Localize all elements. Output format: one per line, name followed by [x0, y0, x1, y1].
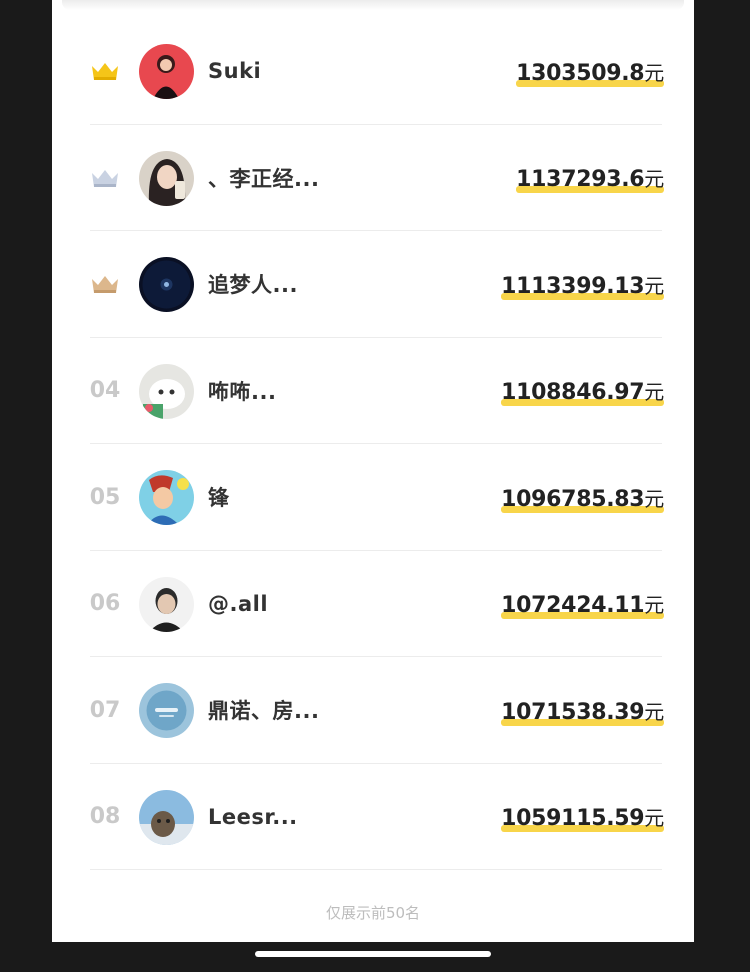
rank-number: 05: [89, 484, 121, 510]
list-item[interactable]: Suki 1303509.8元: [52, 18, 694, 125]
top-edge: [62, 0, 684, 10]
leaderboard-panel: Suki 1303509.8元 、李正经... 1137293.6元 追梦人..…: [52, 0, 694, 942]
amount-unit: 元: [644, 273, 664, 298]
amount-unit: 元: [644, 486, 664, 511]
amount-value: 1137293.6: [516, 167, 645, 192]
user-name: 鼎诺、房...: [208, 699, 320, 723]
gold-crown-icon: [92, 63, 118, 80]
amount-value: 1108846.97: [501, 380, 645, 405]
amount: 1096785.83元: [501, 444, 664, 550]
amount-value: 1303509.8: [516, 60, 645, 86]
rank-badge: [88, 231, 122, 337]
amount-value: 1072424.11: [501, 593, 645, 618]
avatar[interactable]: [139, 363, 194, 419]
amount-unit: 元: [644, 806, 664, 830]
amount-unit: 元: [644, 699, 664, 724]
avatar[interactable]: [139, 683, 194, 738]
avatar[interactable]: [139, 150, 194, 206]
amount-unit: 元: [644, 593, 664, 617]
list-item[interactable]: 、李正经... 1137293.6元: [52, 125, 694, 231]
amount: 1059115.59元: [501, 764, 664, 870]
avatar[interactable]: [139, 44, 194, 99]
list-item[interactable]: 05 锋 1096785.83元: [52, 444, 694, 551]
user-name: @.all: [208, 591, 269, 616]
footer-note: 仅展示前50名: [325, 904, 421, 922]
amount: 1113399.13元: [501, 231, 664, 337]
amount-value: 1059115.59: [501, 806, 645, 831]
avatar[interactable]: [139, 257, 194, 312]
silver-crown-icon: [92, 169, 118, 187]
user-name: 追梦人...: [208, 273, 298, 297]
amount-value: 1071538.39: [501, 699, 645, 725]
list-item[interactable]: 04 咘咘... 1108846.97元: [52, 338, 694, 444]
user-name: 、李正经...: [208, 166, 320, 191]
list-item[interactable]: 07 鼎诺、房... 1071538.39元: [52, 657, 694, 764]
amount-value: 1096785.83: [501, 486, 645, 512]
rank-number: 08: [89, 804, 121, 829]
divider: [90, 869, 662, 870]
amount-unit: 元: [644, 167, 664, 191]
rank-badge: [88, 18, 122, 124]
list-item[interactable]: 08 Leesr... 1059115.59元: [52, 764, 694, 870]
amount: 1071538.39元: [501, 657, 664, 763]
amount: 1303509.8元: [516, 18, 664, 124]
rank-number: 07: [89, 697, 121, 723]
avatar[interactable]: [139, 576, 194, 632]
user-name: Leesr...: [208, 804, 298, 829]
rank-number: 04: [89, 378, 121, 403]
user-name: 锋: [208, 486, 230, 510]
amount: 1072424.11元: [501, 551, 664, 657]
leaderboard-list: Suki 1303509.8元 、李正经... 1137293.6元 追梦人..…: [52, 18, 694, 870]
amount-value: 1113399.13: [501, 273, 645, 299]
list-item[interactable]: 追梦人... 1113399.13元: [52, 231, 694, 338]
user-name: Suki: [208, 59, 262, 83]
avatar[interactable]: [139, 789, 194, 845]
user-name: 咘咘...: [208, 379, 277, 404]
amount: 1137293.6元: [516, 125, 664, 231]
list-item[interactable]: 06 @.all 1072424.11元: [52, 551, 694, 657]
rank-badge: [88, 125, 122, 231]
amount: 1108846.97元: [501, 338, 664, 444]
amount-unit: 元: [644, 380, 664, 404]
rank-number: 06: [89, 591, 121, 616]
avatar[interactable]: [139, 470, 194, 525]
amount-unit: 元: [644, 60, 664, 85]
home-indicator[interactable]: [255, 951, 491, 957]
bronze-crown-icon: [92, 276, 118, 293]
